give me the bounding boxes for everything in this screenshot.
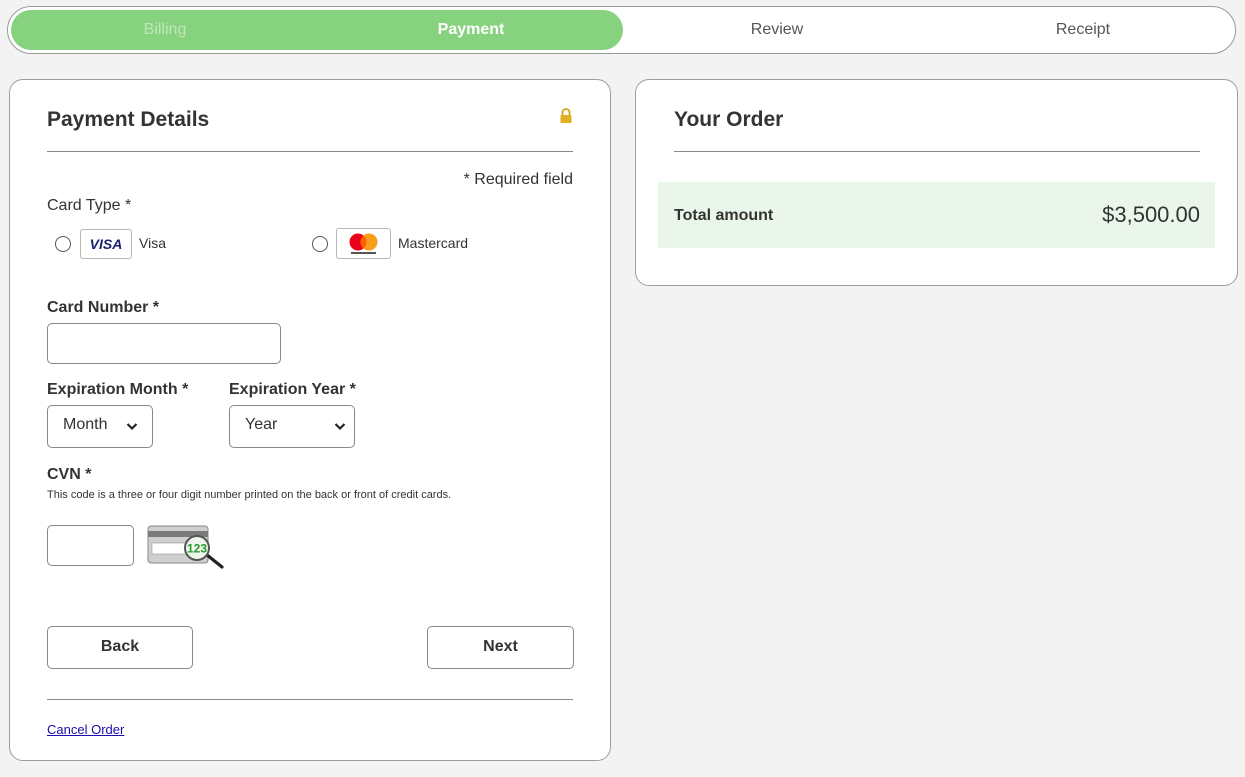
step-review: Review <box>750 21 804 38</box>
cvn-help-text: This code is a three or four digit numbe… <box>47 489 452 501</box>
mastercard-logo-icon <box>336 228 391 259</box>
visa-logo-icon: VISA <box>80 229 132 259</box>
checkout-progress: Billing Payment Review Receipt <box>7 6 1236 54</box>
next-button[interactable]: Next <box>427 626 574 669</box>
order-title-divider <box>674 151 1200 152</box>
card-number-input[interactable] <box>47 323 281 364</box>
svg-text:123: 123 <box>187 542 207 556</box>
cvn-input[interactable] <box>47 525 134 566</box>
expiration-month-label: Expiration Month * <box>47 381 189 398</box>
expiration-year-label: Expiration Year * <box>229 381 356 398</box>
payment-details-title: Payment Details <box>47 108 210 131</box>
required-field-note: * Required field <box>463 171 573 188</box>
payment-title-divider <box>47 151 573 152</box>
total-amount-value: $3,500.00 <box>1102 202 1200 227</box>
total-amount-label: Total amount <box>674 207 774 224</box>
footer-divider <box>47 699 573 700</box>
total-amount-row: Total amount $3,500.00 <box>658 182 1215 248</box>
cvn-hint-card-icon: 123 <box>147 525 224 569</box>
mastercard-option-label[interactable]: Mastercard <box>398 235 468 251</box>
expiration-year-value: Year <box>245 416 278 433</box>
visa-radio[interactable] <box>55 236 71 252</box>
step-payment: Payment <box>437 21 505 38</box>
card-type-label: Card Type * <box>47 197 132 214</box>
cancel-order-link[interactable]: Cancel Order <box>47 722 124 737</box>
cvn-label: CVN * <box>47 466 92 483</box>
your-order-title: Your Order <box>674 108 784 131</box>
chevron-down-icon <box>126 423 138 431</box>
visa-option-label[interactable]: Visa <box>139 235 166 251</box>
back-button[interactable]: Back <box>47 626 193 669</box>
expiration-month-select[interactable]: Month <box>47 405 153 448</box>
expiration-year-select[interactable]: Year <box>229 405 355 448</box>
card-number-label: Card Number * <box>47 299 160 316</box>
mastercard-radio[interactable] <box>312 236 328 252</box>
expiration-month-value: Month <box>63 416 108 433</box>
step-billing[interactable]: Billing <box>12 7 318 53</box>
step-receipt: Receipt <box>1055 21 1111 38</box>
lock-icon <box>560 108 572 123</box>
chevron-down-icon <box>334 423 346 431</box>
